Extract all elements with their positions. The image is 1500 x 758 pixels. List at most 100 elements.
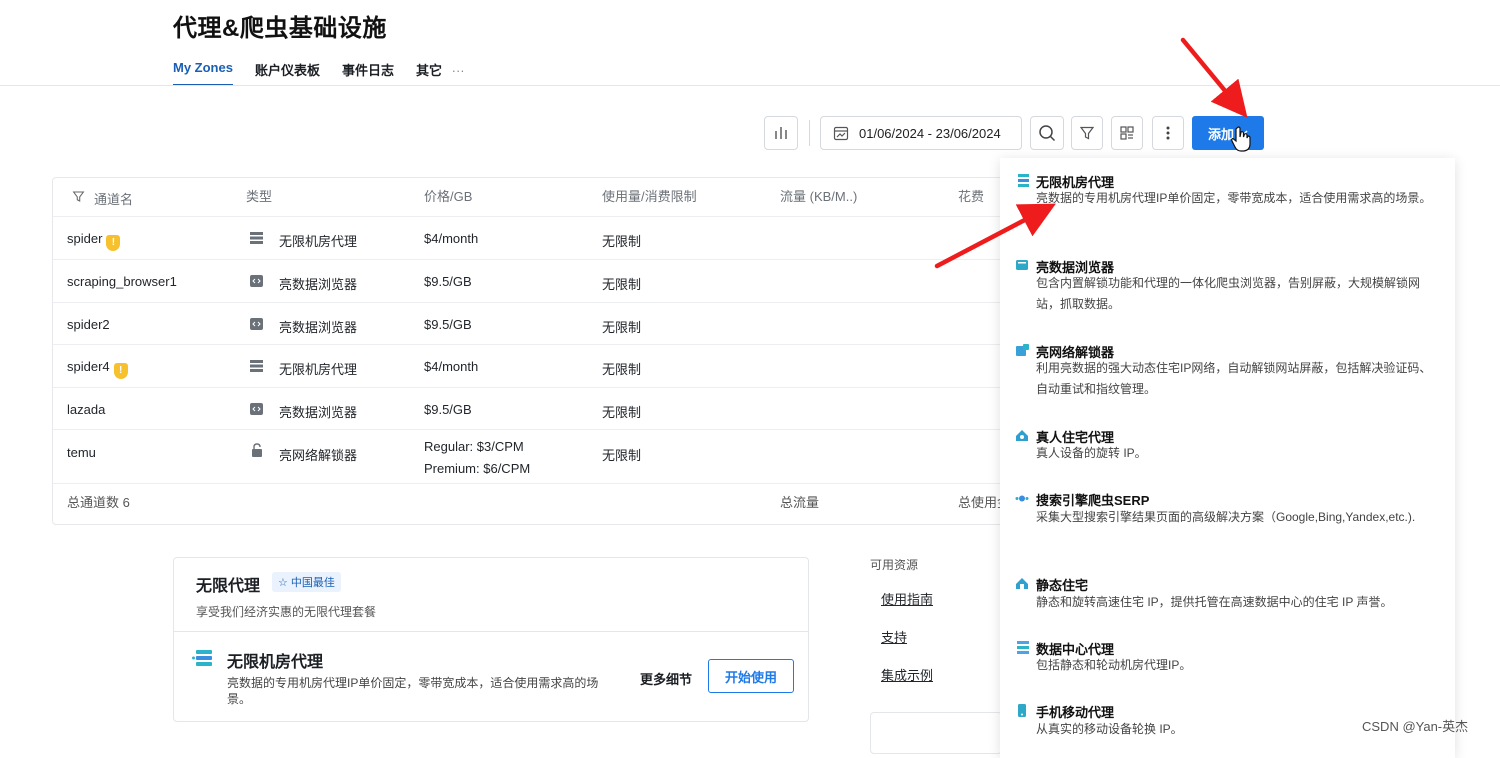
tab-my-zones[interactable]: My Zones xyxy=(173,60,233,86)
tab-bar: My Zones 账户仪表板 事件日志 其它 ··· xyxy=(173,60,465,86)
best-in-china-badge: ☆ 中国最佳 xyxy=(272,572,341,592)
zone-limit: 无限制 xyxy=(602,448,642,463)
zone-type: 亮数据浏览器 xyxy=(279,320,358,335)
add-button[interactable]: 添加 xyxy=(1192,116,1264,150)
server-stack-icon xyxy=(1018,174,1029,187)
table-row[interactable]: spider2 xyxy=(67,317,110,332)
code-window-icon xyxy=(250,318,263,330)
menu-item-desc: 采集大型搜索引擎结果页面的高级解决方案（Google,Bing,Yandex,e… xyxy=(1036,510,1416,524)
browser-icon xyxy=(1016,260,1028,270)
start-using-button[interactable]: 开始使用 xyxy=(708,659,794,693)
filter-icon[interactable] xyxy=(72,190,85,203)
zone-name: temu xyxy=(67,445,96,460)
integration-examples-link[interactable]: 集成示例 xyxy=(881,665,933,684)
static-house-icon xyxy=(1016,578,1028,589)
table-row[interactable]: lazada xyxy=(67,402,105,417)
house-icon xyxy=(1016,430,1028,441)
row-divider xyxy=(53,344,1003,345)
tab-other-label: 其它 xyxy=(416,63,443,78)
menu-item-desc: 包含内置解锁功能和代理的一体化爬虫浏览器，告别屏蔽，大规模解锁网站，抓取数据。 xyxy=(1036,276,1421,311)
menu-item-desc: 亮数据的专用机房代理IP单价固定，零带宽成本，适合使用需求高的场景。 xyxy=(1036,191,1432,205)
guide-link[interactable]: 使用指南 xyxy=(881,589,933,608)
more-details-link[interactable]: 更多细节 xyxy=(640,669,692,688)
col-header-type[interactable]: 类型 xyxy=(246,186,272,205)
date-range-picker[interactable]: 01/06/2024 - 23/06/2024 xyxy=(820,116,1022,150)
row-divider xyxy=(53,216,1003,217)
zone-limit: 无限制 xyxy=(602,320,642,335)
tab-other[interactable]: 其它 ··· xyxy=(416,60,465,86)
grid-layout-icon xyxy=(1120,126,1134,140)
warning-shield-icon: ! xyxy=(113,362,128,379)
row-divider xyxy=(53,259,1003,260)
zone-price-premium: Premium: $6/CPM xyxy=(424,461,531,476)
zone-type: 亮数据浏览器 xyxy=(279,277,358,292)
bar-chart-icon xyxy=(775,127,787,139)
zone-limit: 无限制 xyxy=(602,405,642,420)
zone-price: $9.5/GB xyxy=(424,274,472,289)
promo-item-desc: 亮数据的专用机房代理IP单价固定，零带宽成本，适合使用需求高的场景。 xyxy=(227,676,599,706)
badge-label: 中国最佳 xyxy=(290,577,335,589)
tab-account-dashboard[interactable]: 账户仪表板 xyxy=(255,60,320,86)
zone-type: 亮数据浏览器 xyxy=(279,405,358,420)
promo-divider xyxy=(174,631,808,632)
support-link[interactable]: 支持 xyxy=(881,627,907,646)
filter-button[interactable] xyxy=(1071,116,1103,150)
more-dots-icon: ··· xyxy=(451,63,465,78)
date-range-text: 01/06/2024 - 23/06/2024 xyxy=(859,125,1001,141)
server-stack-icon xyxy=(192,650,212,666)
row-divider xyxy=(53,387,1003,388)
server-stack-icon xyxy=(250,360,263,372)
zone-price: $9.5/GB xyxy=(424,402,472,417)
zone-limit: 无限制 xyxy=(602,277,642,292)
zones-table xyxy=(52,177,1042,525)
col-header-traffic[interactable]: 流量 (KB/M..) xyxy=(780,186,857,205)
search-button[interactable] xyxy=(1030,116,1064,150)
star-icon: ☆ xyxy=(278,576,288,589)
table-row[interactable]: spider4! xyxy=(67,359,128,379)
zone-limit: 无限制 xyxy=(602,234,642,249)
zone-price: $4/month xyxy=(424,231,479,246)
col-header-usage[interactable]: 使用量/消费限制 xyxy=(602,186,697,205)
search-icon xyxy=(1039,125,1056,142)
zone-name: scraping_browser1 xyxy=(67,274,177,289)
menu-item-desc: 真人设备的旋转 IP。 xyxy=(1036,446,1147,460)
menu-item-desc: 静态和旋转高速住宅 IP，提供托管在高速数据中心的住宅 IP 声誉。 xyxy=(1036,595,1393,609)
layout-button[interactable] xyxy=(1111,116,1143,150)
toolbar-separator xyxy=(809,120,810,146)
tab-event-log[interactable]: 事件日志 xyxy=(342,60,394,86)
col-header-spend[interactable]: 花费 xyxy=(958,186,984,205)
more-options-button[interactable] xyxy=(1152,116,1184,150)
code-window-icon xyxy=(250,275,263,287)
zone-limit: 无限制 xyxy=(602,362,642,377)
zone-price: $4/month xyxy=(424,359,479,374)
col-header-name[interactable]: 通道名 xyxy=(94,189,133,208)
zone-price: Regular: $3/CPM xyxy=(424,439,524,454)
table-row[interactable]: spider! xyxy=(67,231,121,251)
arrow-to-add-button xyxy=(1180,37,1248,118)
zone-price: $9.5/GB xyxy=(424,317,472,332)
page-title: 代理&爬虫基础设施 xyxy=(173,15,387,42)
zone-name: spider4 xyxy=(67,359,110,374)
promo-title: 无限代理 xyxy=(196,578,261,595)
code-window-icon xyxy=(250,403,263,415)
search-dots-icon xyxy=(1015,495,1029,502)
zone-name: spider2 xyxy=(67,317,110,332)
promo-item-title: 无限机房代理 xyxy=(227,654,324,671)
table-row[interactable]: scraping_browser1 xyxy=(67,274,177,289)
menu-item-desc: 包括静态和轮动机房代理IP。 xyxy=(1036,658,1192,672)
chart-view-button[interactable] xyxy=(764,116,798,150)
unlock-icon xyxy=(252,443,262,457)
server-stack-icon xyxy=(250,232,263,244)
zone-name: spider xyxy=(67,231,103,246)
col-header-price[interactable]: 价格/GB xyxy=(424,186,472,205)
total-traffic: 总流量 xyxy=(780,495,820,510)
promo-subtitle: 享受我们经济实惠的无限代理套餐 xyxy=(196,605,377,619)
zone-type: 亮网络解锁器 xyxy=(279,448,358,463)
mobile-icon xyxy=(1018,704,1026,717)
vertical-dots-icon xyxy=(1166,126,1170,140)
total-zones: 总通道数 6 xyxy=(67,495,130,510)
table-row[interactable]: temu xyxy=(67,445,96,460)
menu-item-desc: 利用亮数据的强大动态住宅IP网络，自动解锁网站屏蔽，包括解决验证码、自动重试和指… xyxy=(1036,361,1432,396)
warning-shield-icon: ! xyxy=(106,234,121,251)
calendar-icon xyxy=(833,126,849,141)
